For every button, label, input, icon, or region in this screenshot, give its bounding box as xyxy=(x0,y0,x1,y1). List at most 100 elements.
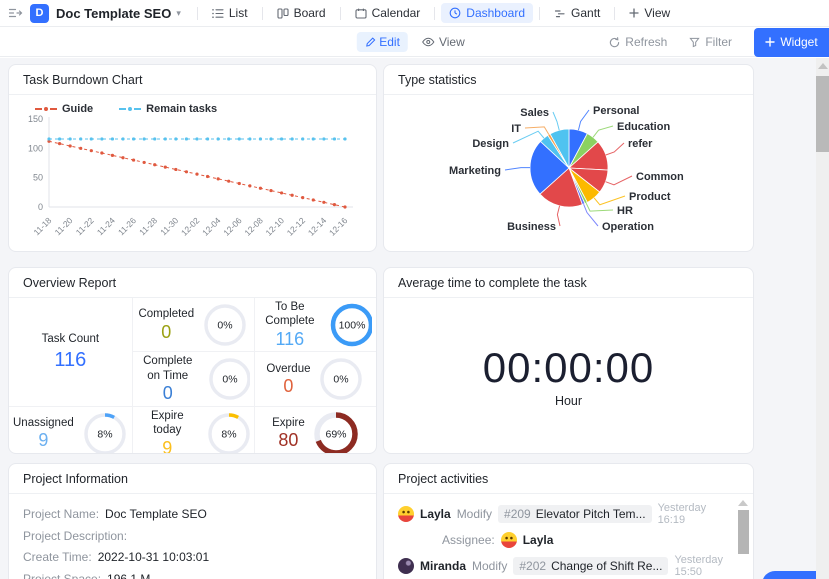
svg-text:0: 0 xyxy=(38,202,43,212)
tab-calendar[interactable]: Calendar xyxy=(347,3,429,23)
tab-label: Dashboard xyxy=(466,6,525,20)
scrollbar-thumb[interactable] xyxy=(738,510,749,554)
tab-separator xyxy=(340,7,341,20)
avatar xyxy=(398,558,414,574)
project-info-row: Project Description: xyxy=(23,530,362,543)
legend-item-remain-tasks[interactable]: Remain tasks xyxy=(119,103,217,115)
tab-list[interactable]: List xyxy=(204,3,256,23)
refresh-button[interactable]: Refresh xyxy=(609,35,667,49)
page-scrollbar[interactable] xyxy=(816,58,829,579)
assignee-name[interactable]: Layla xyxy=(523,533,554,547)
tab-label: Board xyxy=(294,6,326,20)
progress-ring: 0% xyxy=(202,302,248,348)
project-logo[interactable]: D xyxy=(30,4,49,23)
svg-text:50: 50 xyxy=(33,173,43,183)
tab-dashboard[interactable]: Dashboard xyxy=(441,3,533,23)
stat-text: Completed0 xyxy=(138,307,194,342)
average-time-unit: Hour xyxy=(555,394,582,408)
stat-value: 116 xyxy=(276,329,305,350)
svg-text:Operation: Operation xyxy=(602,221,654,233)
filter-icon xyxy=(689,37,700,48)
project-info-row: Project Name: Doc Template SEO xyxy=(23,508,362,521)
tab-label: List xyxy=(229,6,248,20)
tab-separator xyxy=(262,7,263,20)
tab-gantt[interactable]: Gantt xyxy=(546,3,608,23)
project-title[interactable]: Doc Template SEO xyxy=(56,6,171,21)
task-title: Change of Shift Re... xyxy=(551,559,662,573)
filter-button[interactable]: Filter xyxy=(689,35,732,49)
stat-value: 80 xyxy=(278,430,298,451)
task-chip[interactable]: #202 Change of Shift Re... xyxy=(513,557,668,575)
svg-text:Personal: Personal xyxy=(593,105,639,117)
plus-icon xyxy=(629,8,639,18)
activity-row[interactable]: MirandaModify#202Change of Shift Re...Ye… xyxy=(398,556,739,576)
scrollbar-thumb[interactable] xyxy=(816,76,829,152)
toolbar-actions: Refresh Filter Widget xyxy=(609,28,829,56)
app-root: D Doc Template SEO ▾ ListBoardCalendarDa… xyxy=(0,0,829,579)
stat-value: 116 xyxy=(54,349,86,372)
panel-project-activities: Project activities LaylaModify#209Elevat… xyxy=(383,463,754,579)
plus-icon xyxy=(765,37,775,47)
legend-marker xyxy=(119,106,141,112)
refresh-icon xyxy=(609,37,620,48)
stat-text: Overdue0 xyxy=(266,362,310,397)
activity-user-name[interactable]: Layla xyxy=(420,507,451,521)
floating-helper-button[interactable] xyxy=(762,571,816,579)
stat-label: Task Count xyxy=(42,332,100,346)
sidebar-expand-icon[interactable] xyxy=(8,7,23,19)
calendar-icon xyxy=(355,8,367,19)
stat-value: 0 xyxy=(161,322,171,343)
scroll-up-icon[interactable] xyxy=(818,63,828,69)
task-id: #209 xyxy=(504,507,531,521)
svg-text:Business: Business xyxy=(507,221,556,233)
stat-text: To Be Complete116 xyxy=(259,300,321,349)
svg-text:100%: 100% xyxy=(338,319,365,331)
info-label: Create Time: xyxy=(23,550,92,564)
burndown-chart: 05010015011-1811-2011-2211-2411-2611-281… xyxy=(9,115,364,241)
progress-ring: 100% xyxy=(329,302,372,348)
stat-label: Unassigned xyxy=(13,416,74,430)
svg-text:12-10: 12-10 xyxy=(264,215,287,238)
svg-text:HR: HR xyxy=(617,205,633,217)
svg-text:Marketing: Marketing xyxy=(449,165,501,177)
edit-button-label: Edit xyxy=(379,35,400,49)
stat-label: Expire xyxy=(272,416,305,430)
panel-title: Project activities xyxy=(384,464,753,494)
tab-board[interactable]: Board xyxy=(269,3,334,23)
svg-text:0%: 0% xyxy=(334,374,349,386)
tab-view[interactable]: View xyxy=(621,3,678,23)
panel-project-information: Project Information Project Name:Doc Tem… xyxy=(8,463,377,579)
overview-cell-expire: Expire8069% xyxy=(254,406,376,454)
project-info-fields: Project Name: Doc Template SEO Project Des… xyxy=(9,494,376,579)
info-value: Doc Template SEO xyxy=(105,507,207,521)
task-id: #202 xyxy=(519,559,546,573)
view-button-label: View xyxy=(439,35,465,49)
activities-scrollbar[interactable] xyxy=(737,500,749,579)
info-label: Project Name: xyxy=(23,507,99,521)
activity-user-name[interactable]: Miranda xyxy=(420,559,466,573)
overview-cell-to-be-complete: To Be Complete116 100% xyxy=(254,298,376,351)
svg-text:11-20: 11-20 xyxy=(53,215,75,237)
panel-title: Average time to complete the task xyxy=(384,268,753,298)
overview-cell-complete-on-time: Complete on Time00% xyxy=(132,351,254,405)
activity-row[interactable]: LaylaModify#209Elevator Pitch Tem...Yest… xyxy=(398,504,739,524)
view-button[interactable]: View xyxy=(414,32,473,52)
stat-value: 0 xyxy=(163,383,173,404)
svg-text:Education: Education xyxy=(617,121,670,133)
scroll-up-icon[interactable] xyxy=(738,500,748,506)
legend-item-guide[interactable]: Guide xyxy=(35,103,93,115)
svg-text:refer: refer xyxy=(628,138,653,150)
refresh-button-label: Refresh xyxy=(625,35,667,49)
mode-switch-group: Edit View xyxy=(356,28,472,56)
assignee-label: Assignee: xyxy=(442,533,495,547)
project-info-row: Project Space:196.1 M xyxy=(23,573,362,579)
task-chip[interactable]: #209Elevator Pitch Tem... xyxy=(498,505,652,523)
edit-button[interactable]: Edit xyxy=(356,32,408,52)
tab-separator xyxy=(434,7,435,20)
svg-text:Sales: Sales xyxy=(520,107,549,119)
stat-text: Unassigned9 xyxy=(13,416,74,451)
svg-text:8%: 8% xyxy=(97,428,112,440)
add-widget-button[interactable]: Widget xyxy=(754,28,829,57)
progress-ring: 8% xyxy=(206,411,250,454)
average-time-value: 00:00:00 xyxy=(483,344,655,392)
